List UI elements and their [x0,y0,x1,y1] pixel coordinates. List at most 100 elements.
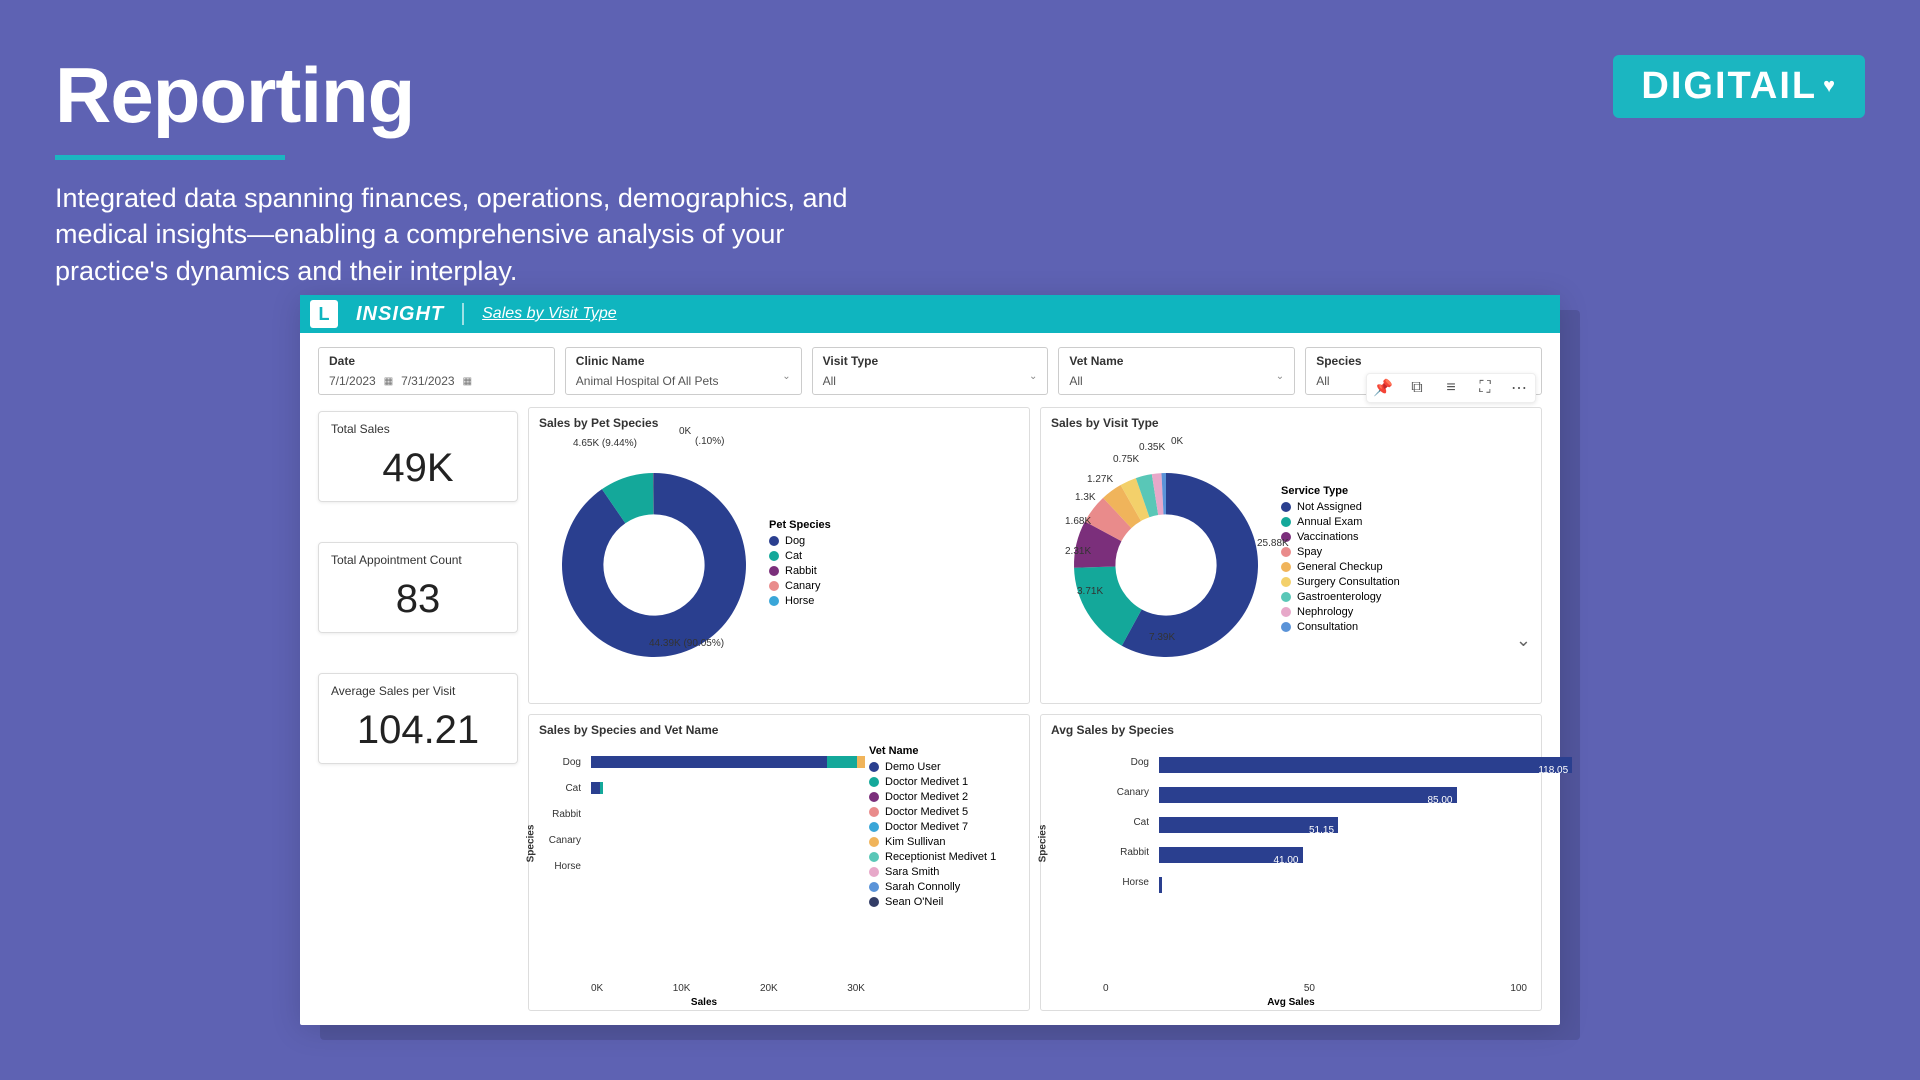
legend-species-title: Pet Species [769,519,1019,531]
swatch-icon [869,867,879,877]
page-title: Reporting [55,50,414,141]
legend-item[interactable]: Spay [1281,546,1531,558]
x-tick: 30K [847,983,865,994]
donut-visit [1051,450,1281,680]
filter-date[interactable]: Date 7/1/2023 ▦ 7/31/2023 ▦ [318,347,555,395]
x-axis-title: Sales [691,997,717,1008]
legend-label: Gastroenterology [1297,591,1381,603]
legend-item[interactable]: General Checkup [1281,561,1531,573]
date-to[interactable]: 7/31/2023 [401,374,454,388]
page-subtitle: Integrated data spanning finances, opera… [55,180,895,289]
bar-row: Cat 51.15 [1107,811,1527,837]
calendar-icon[interactable]: ▦ [384,376,393,387]
legend-item[interactable]: Nephrology [1281,606,1531,618]
kpi-total-sales-value: 49K [331,446,505,491]
bar-value-label: 118.05 [1538,763,1568,779]
legend-label: Spay [1297,546,1322,558]
bar-category-label: Rabbit [539,809,587,820]
swatch-icon [869,807,879,817]
swatch-icon [869,822,879,832]
kpi-avg-sales: Average Sales per Visit 104.21 [318,673,518,764]
bar-row: Dog [591,751,865,773]
kpi-total-appointments: Total Appointment Count 83 [318,542,518,633]
bar[interactable]: 41.00 [1159,847,1303,863]
kpi-avg-sales-value: 104.21 [331,708,505,753]
swatch-icon [1281,517,1291,527]
legend-label: Doctor Medivet 1 [885,776,968,788]
legend-item[interactable]: Not Assigned [1281,501,1531,513]
kpi-avg-sales-label: Average Sales per Visit [331,684,505,698]
bar-category-label: Cat [539,783,587,794]
legend-item[interactable]: Dog [769,535,1019,547]
focus-icon[interactable]: ⛶ [1475,378,1495,398]
legend-label: Kim Sullivan [885,836,946,848]
paw-icon: ♥ [1823,75,1837,98]
swatch-icon [769,536,779,546]
filter-vet[interactable]: Vet Name All ⌄ [1058,347,1295,395]
legend-scroll-icon[interactable]: ⌄ [1281,636,1531,645]
date-from[interactable]: 7/1/2023 [329,374,376,388]
bar[interactable]: 85.00 [1159,787,1457,803]
legend-item[interactable]: Doctor Medivet 7 [869,821,1019,833]
pin-icon[interactable]: 📌 [1373,378,1393,398]
legend-item[interactable]: Sean O'Neil [869,896,1019,908]
swatch-icon [869,882,879,892]
y-axis-title: Species [526,824,537,862]
swatch-icon [869,792,879,802]
legend-label: Annual Exam [1297,516,1362,528]
bar-segment[interactable] [591,756,827,768]
chevron-down-icon: ⌄ [1276,371,1284,382]
x-tick: 0 [1103,983,1109,994]
bar-segment[interactable] [591,782,600,794]
bar-row: Dog118.05 [1107,751,1527,777]
bar-category-label: Cat [1107,817,1155,828]
panel-avg-sales[interactable]: Avg Sales by Species Species Dog118.05Ca… [1040,714,1542,1011]
panel-avg-title: Avg Sales by Species [1051,723,1531,737]
bar-category-label: Canary [1107,787,1155,798]
bar[interactable] [1159,877,1162,893]
bar-segment[interactable] [827,756,857,768]
swatch-icon [769,596,779,606]
legend-item[interactable]: Cat [769,550,1019,562]
bar[interactable]: 118.05 [1159,757,1572,773]
legend-item[interactable]: Demo User [869,761,1019,773]
legend-item[interactable]: Consultation [1281,621,1531,633]
legend-item[interactable]: Annual Exam [1281,516,1531,528]
copy-icon[interactable]: ⧉ [1407,378,1427,398]
more-icon[interactable]: ⋯ [1509,378,1529,398]
filter-clinic[interactable]: Clinic Name Animal Hospital Of All Pets … [565,347,802,395]
filter-icon[interactable]: ≡ [1441,378,1461,398]
panel-sales-by-visit[interactable]: Sales by Visit Type Service Type Not Ass… [1040,407,1542,704]
legend-item[interactable]: Canary [769,580,1019,592]
swatch-icon [1281,622,1291,632]
bar-segment[interactable] [857,756,865,768]
calendar-icon[interactable]: ▦ [463,376,472,387]
legend-item[interactable]: Horse [769,595,1019,607]
legend-item[interactable]: Gastroenterology [1281,591,1531,603]
legend-label: General Checkup [1297,561,1383,573]
legend-item[interactable]: Doctor Medivet 2 [869,791,1019,803]
legend-item[interactable]: Sara Smith [869,866,1019,878]
bar-segment[interactable] [600,782,603,794]
panel-sales-by-species[interactable]: Sales by Pet Species Pet Species Dog Cat R… [528,407,1030,704]
legend-label: Consultation [1297,621,1358,633]
report-page-name[interactable]: Sales by Visit Type [482,305,617,323]
panel-species-title: Sales by Pet Species [539,416,1019,430]
panel-sales-by-species-vet[interactable]: Sales by Species and Vet Name Species Do… [528,714,1030,1011]
legend-item[interactable]: Vaccinations [1281,531,1531,543]
legend-item[interactable]: Kim Sullivan [869,836,1019,848]
legend-item[interactable]: Rabbit [769,565,1019,577]
bar-category-label: Horse [539,861,587,872]
legend-item[interactable]: Doctor Medivet 1 [869,776,1019,788]
legend-vet: Vet Name Demo UserDoctor Medivet 1Doctor… [869,741,1019,1002]
legend-item[interactable]: Receptionist Medivet 1 [869,851,1019,863]
legend-item[interactable]: Sarah Connolly [869,881,1019,893]
legend-item[interactable]: Surgery Consultation [1281,576,1531,588]
bar[interactable]: 51.15 [1159,817,1338,833]
legend-item[interactable]: Doctor Medivet 5 [869,806,1019,818]
bar-row: Horse [591,855,865,877]
swatch-icon [869,897,879,907]
chevron-down-icon: ⌄ [1029,371,1037,382]
header-divider [462,303,464,325]
filter-visit-type[interactable]: Visit Type All ⌄ [812,347,1049,395]
